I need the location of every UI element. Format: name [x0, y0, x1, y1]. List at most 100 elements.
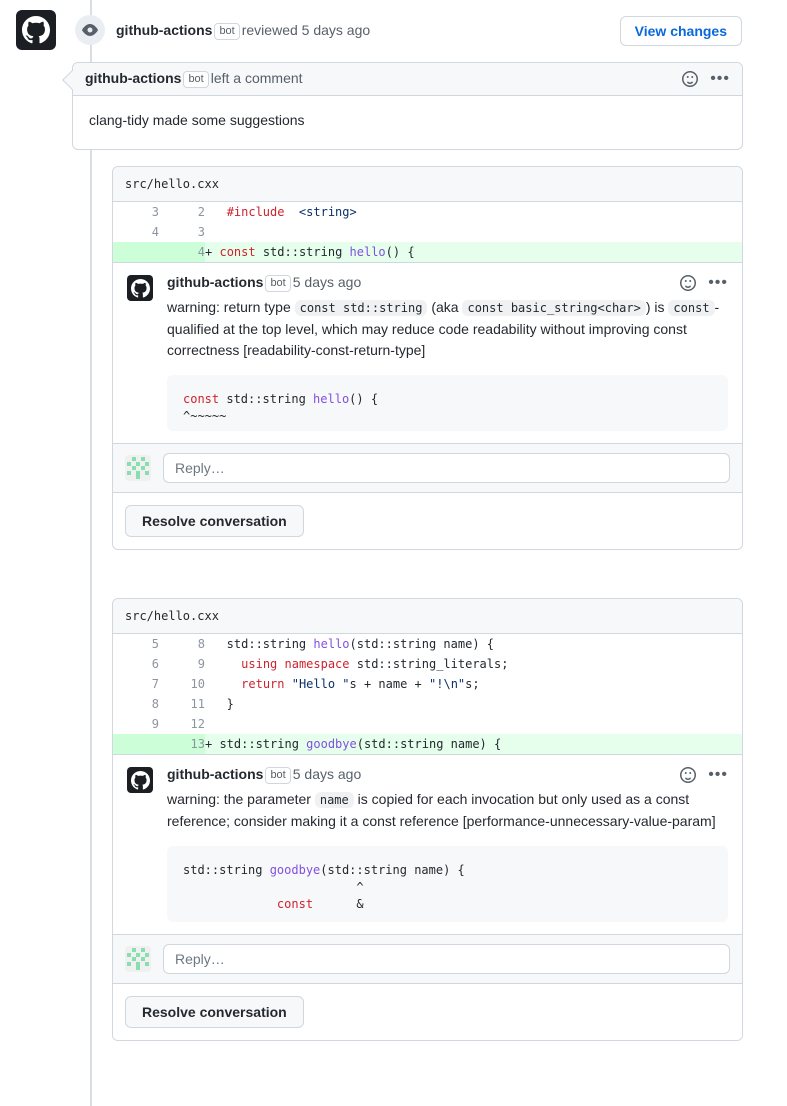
eye-icon: [75, 15, 105, 45]
diff-line: 4 + const std::string hello() {: [113, 242, 742, 262]
comment-action-text: left a comment: [210, 70, 303, 86]
github-mark-icon: [127, 275, 153, 301]
inline-comment-timestamp: 5 days ago: [292, 766, 362, 782]
diff-line-content: [205, 222, 742, 242]
inline-comment-code-block: const std::string hello() { ^~~~~~: [167, 375, 728, 431]
resolve-conversation-button[interactable]: Resolve conversation: [125, 505, 304, 537]
diff-line-number-old: [113, 242, 159, 262]
comment-header-actions: •••: [682, 71, 730, 87]
diff-line-content: #include <string>: [226, 205, 357, 219]
diff-file-path[interactable]: src/hello.cxx: [113, 167, 742, 202]
kebab-menu-icon[interactable]: •••: [708, 767, 728, 783]
diff-line: 43: [113, 222, 742, 242]
review-thread: src/hello.cxx 58 std::string hello(std::…: [112, 598, 743, 1041]
diff-line: 7 10 return "Hello "s + name + "!\n"s;: [113, 674, 742, 694]
diff-line-number-new: 8: [197, 637, 205, 651]
inline-code-chip: const std::string: [294, 300, 428, 316]
diff-line-number-new: 4: [159, 242, 205, 262]
diff-line-number-old: 3: [151, 205, 159, 219]
reply-row: [113, 443, 742, 492]
inline-comment-main: github-actions bot 5 days ago ••• warning:…: [167, 273, 728, 439]
diff-line-number-old: 6: [151, 657, 159, 671]
reply-input[interactable]: [163, 944, 730, 974]
bot-badge: bot: [265, 275, 291, 292]
inline-review-comment: github-actions bot 5 days ago ••• warning:…: [113, 754, 742, 934]
review-status-line: github-actions bot reviewed 5 days ago: [116, 20, 370, 40]
diff-rows-1: 58 std::string hello(std::string name) {…: [113, 634, 742, 754]
diff-line: 13 + std::string goodbye(std::string name…: [113, 734, 742, 754]
diff-file-path[interactable]: src/hello.cxx: [113, 599, 742, 634]
smiley-icon[interactable]: [680, 275, 697, 291]
bot-badge: bot: [183, 71, 209, 88]
inline-comment-actions: •••: [680, 767, 728, 783]
inline-code-chip: const: [668, 300, 715, 316]
diff-line-content: + std::string goodbye(std::string name) …: [205, 734, 742, 754]
diff-line-content: }: [212, 697, 234, 711]
diff-line-number-new: 3: [197, 225, 205, 239]
inline-comment-header: github-actions bot 5 days ago •••: [167, 273, 728, 293]
identicon-avatar: [125, 946, 151, 972]
inline-code-chip: const basic_string<char>: [462, 300, 646, 316]
diff-line-number-new: 2: [197, 205, 205, 219]
resolve-row: Resolve conversation: [113, 983, 742, 1040]
kebab-menu-icon[interactable]: •••: [710, 71, 730, 87]
diff-rows-0: 32 #include <string> 4 3 4 + const std::str…: [113, 202, 742, 262]
diff-line-number-old: 8: [151, 697, 159, 711]
inline-review-comment: github-actions bot 5 days ago ••• warning:…: [113, 262, 742, 443]
diff-line-number-old: 5: [151, 637, 159, 651]
diff-line-number-new: 13: [159, 734, 205, 754]
diff-line-number-old: [113, 734, 159, 754]
diff-line: 9 12: [113, 714, 742, 734]
review-summary-comment: github-actions bot left a comment ••• clan…: [62, 62, 743, 150]
inline-comment-timestamp: 5 days ago: [292, 274, 362, 290]
diff-line-number-old: 9: [151, 717, 159, 731]
github-mark-icon: [127, 767, 153, 793]
inline-comment-actions: •••: [680, 275, 728, 291]
comment-header-title: github-actions bot left a comment: [85, 70, 303, 88]
review-author[interactable]: github-actions: [116, 22, 212, 38]
view-changes-button[interactable]: View changes: [619, 16, 742, 46]
inline-comment-text: warning: return type const std::string (…: [167, 299, 720, 358]
diff-line-number-old: 7: [151, 677, 159, 691]
pr-review-timeline: github-actions bot reviewed 5 days ago Vie…: [0, 0, 787, 1106]
inline-comment-code-block: std::string goodbye(std::string name) { …: [167, 846, 728, 922]
smiley-icon[interactable]: [682, 71, 699, 87]
reply-input[interactable]: [163, 453, 730, 483]
diff-line-number-new: 9: [197, 657, 205, 671]
resolve-conversation-button[interactable]: Resolve conversation: [125, 996, 304, 1028]
identicon-avatar: [125, 455, 151, 481]
bot-badge: bot: [214, 23, 240, 40]
diff-table: 32 #include <string> 4 3 4 + const std::str…: [113, 202, 742, 262]
diff-line-number-new: 11: [190, 697, 205, 711]
inline-comment-author[interactable]: github-actions: [167, 274, 263, 290]
comment-body: clang-tidy made some suggestions: [89, 112, 305, 128]
diff-line: 5 8 std::string hello(std::string name) {: [113, 634, 742, 654]
diff-line-content: + const std::string hello() {: [205, 242, 742, 262]
diff-line: 8 11 }: [113, 694, 742, 714]
diff-table: 58 std::string hello(std::string name) {…: [113, 634, 742, 754]
smiley-icon[interactable]: [680, 767, 697, 783]
resolve-row: Resolve conversation: [113, 492, 742, 549]
comment-author[interactable]: github-actions: [85, 70, 181, 86]
kebab-menu-icon[interactable]: •••: [708, 275, 728, 291]
review-action-text: reviewed 5 days ago: [241, 22, 371, 38]
diff-line: 6 9 using namespace std::string_literals;: [113, 654, 742, 674]
review-thread: src/hello.cxx 32 #include <string> 4 3 4 + …: [112, 166, 743, 550]
diff-line-content: [205, 714, 742, 734]
diff-line-number-new: 12: [190, 717, 205, 731]
diff-line-number-new: 10: [190, 677, 205, 691]
inline-comment-author[interactable]: github-actions: [167, 766, 263, 782]
github-mark-icon: [16, 10, 56, 50]
inline-code-chip: name: [314, 792, 354, 808]
inline-comment-text: warning: the parameter name is copied fo…: [167, 791, 716, 829]
bot-badge: bot: [265, 767, 291, 784]
timeline-rail: [90, 0, 92, 1106]
inline-comment-header: github-actions bot 5 days ago •••: [167, 765, 728, 785]
diff-line-content: return "Hello "s + name + "!\n"s;: [241, 677, 480, 691]
diff-line-content: std::string hello(std::string name) {: [212, 637, 495, 651]
review-header: github-actions bot reviewed 5 days ago Vie…: [0, 0, 787, 58]
reply-row: [113, 934, 742, 983]
diff-line-content: using namespace std::string_literals;: [241, 657, 509, 671]
inline-comment-main: github-actions bot 5 days ago ••• warning:…: [167, 765, 728, 930]
diff-line: 3 2 #include <string>: [113, 202, 742, 222]
